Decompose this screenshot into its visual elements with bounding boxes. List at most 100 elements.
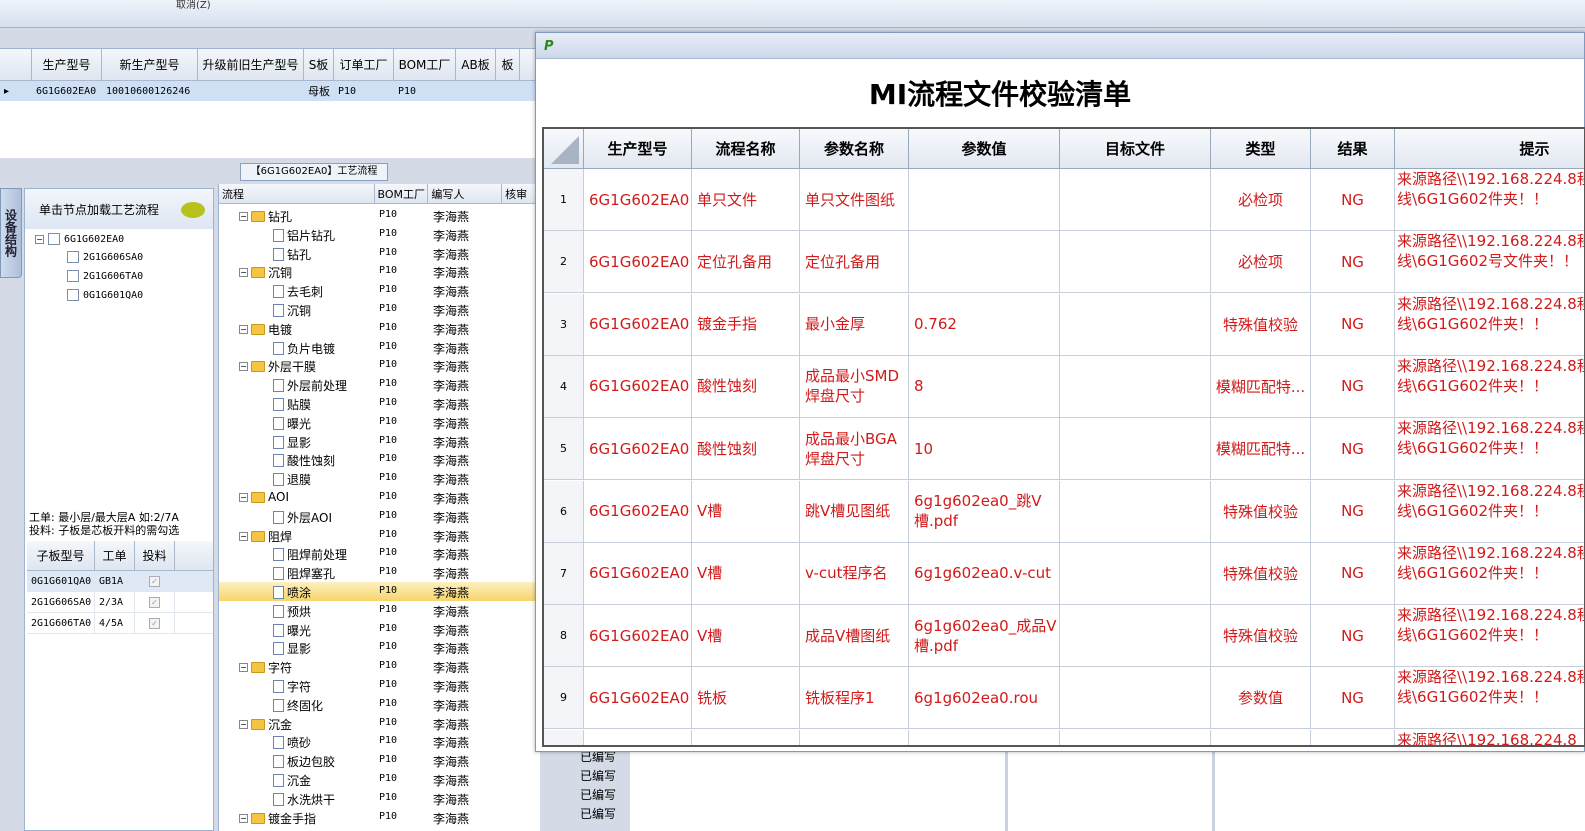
- tree-step-row[interactable]: 阻焊前处理 P10 李海燕: [219, 544, 541, 563]
- tree-step-row[interactable]: 终固化 P10 李海燕: [219, 695, 541, 714]
- tree-step-row[interactable]: 水洗烘干 P10 李海燕: [219, 789, 541, 808]
- tree-step-row[interactable]: 喷砂 P10 李海燕: [219, 732, 541, 751]
- col-order[interactable]: 工单: [95, 541, 135, 570]
- tree-step-row[interactable]: 沉铜 P10 李海燕: [219, 300, 541, 319]
- col-prod-no[interactable]: 生产型号: [32, 49, 102, 80]
- cell-type: 模糊匹配特...: [1211, 355, 1311, 417]
- table-row[interactable]: 来源路径\\192.168.224.8: [544, 729, 1584, 745]
- table-row[interactable]: 7 6G1G602EA0 V槽 v-cut程序名 6g1g602ea0.v-cut 特殊值…: [544, 542, 1584, 605]
- table-row[interactable]: 2 6G1G602EA0 定位孔备用 定位孔备用 必检项 NG 来源路径\\192.168.…: [544, 231, 1584, 294]
- col-process-name[interactable]: 流程名称: [692, 129, 800, 168]
- tree-folder-row[interactable]: − 阻焊 P10 李海燕: [219, 526, 541, 545]
- tree-child[interactable]: 2G1G606SA0: [67, 251, 143, 263]
- collapse-icon[interactable]: −: [239, 531, 248, 541]
- col-process[interactable]: 流程: [219, 184, 375, 203]
- collapse-icon[interactable]: −: [239, 324, 248, 334]
- table-row[interactable]: 5 6G1G602EA0 酸性蚀刻 成品最小BGA焊盘尺寸 10 模糊匹配特... NG 来源…: [544, 418, 1584, 481]
- col-bom-factory[interactable]: BOM工厂: [375, 184, 429, 203]
- tree-step-row[interactable]: 铝片钻孔 P10 李海燕: [219, 225, 541, 244]
- col-board[interactable]: 板: [496, 49, 520, 80]
- process-flow-tab[interactable]: 【6G1G602EA0】工艺流程: [240, 163, 388, 181]
- table-row[interactable]: 3 6G1G602EA0 镀金手指 最小金厚 0.762 特殊值校验 NG 来源路径\\192…: [544, 293, 1584, 356]
- collapse-icon[interactable]: −: [239, 719, 248, 729]
- feed-checkbox[interactable]: ✓: [149, 575, 160, 587]
- col-ab-board[interactable]: AB板: [456, 49, 496, 80]
- table-row[interactable]: 2G1G606SA0 2/3A ✓: [27, 592, 213, 613]
- side-tab-equipment[interactable]: 设备结构: [0, 188, 22, 278]
- feed-checkbox[interactable]: ✓: [149, 596, 160, 608]
- table-row[interactable]: ▸ 6G1G602EA0 10010600126246 母板 P10 P10: [0, 81, 540, 101]
- tree-row-writer: 李海燕: [433, 416, 470, 431]
- tree-step-row[interactable]: 负片电镀 P10 李海燕: [219, 338, 541, 357]
- tree-step-row[interactable]: 预烘 P10 李海燕: [219, 601, 541, 620]
- tree-step-row[interactable]: 显影 P10 李海燕: [219, 432, 541, 451]
- collapse-icon[interactable]: −: [239, 362, 248, 372]
- table-row[interactable]: 9 6G1G602EA0 铣板 铣板程序1 6g1g602ea0.rou 参数值 NG 来源路…: [544, 667, 1584, 730]
- feed-checkbox[interactable]: ✓: [149, 617, 160, 629]
- tree-step-row[interactable]: 喷涂 P10 李海燕: [219, 582, 541, 601]
- col-order-factory[interactable]: 订单工厂: [334, 49, 394, 80]
- tree-folder-row[interactable]: − 镀金手指 P10 李海燕: [219, 808, 541, 827]
- tree-row-label: 喷砂: [273, 734, 311, 751]
- table-row[interactable]: 6 6G1G602EA0 V槽 跳V槽见图纸 6g1g602ea0_跳V槽.pdf 特殊值…: [544, 480, 1584, 543]
- tree-step-row[interactable]: 显影 P10 李海燕: [219, 638, 541, 657]
- table-row[interactable]: 8 6G1G602EA0 V槽 成品V槽图纸 6g1g602ea0_成品V槽.pdf 特殊…: [544, 605, 1584, 668]
- collapse-icon[interactable]: −: [35, 234, 44, 244]
- tree-step-row[interactable]: 板边包胶 P10 李海燕: [219, 751, 541, 770]
- tree-root[interactable]: − 6G1G602EA0: [35, 233, 124, 245]
- tree-folder-row[interactable]: − 钻孔 P10 李海燕: [219, 206, 541, 225]
- tree-child[interactable]: 2G1G606TA0: [67, 270, 143, 282]
- cancel-button[interactable]: 取消(Z): [176, 0, 211, 11]
- tree-folder-row[interactable]: − 电镀 P10 李海燕: [219, 319, 541, 338]
- tree-step-row[interactable]: 贴膜 P10 李海燕: [219, 394, 541, 413]
- tree-folder-row[interactable]: − 沉铜 P10 李海燕: [219, 262, 541, 281]
- tree-step-row[interactable]: 沉金 P10 李海燕: [219, 770, 541, 789]
- tree-step-row[interactable]: 钻孔 P10 李海燕: [219, 244, 541, 263]
- node-checkbox[interactable]: [67, 289, 79, 301]
- col-old-prod-no[interactable]: 升级前旧生产型号: [198, 49, 304, 80]
- collapse-icon[interactable]: −: [239, 663, 248, 673]
- tree-folder-row[interactable]: − 沉金 P10 李海燕: [219, 714, 541, 733]
- node-checkbox[interactable]: [48, 233, 60, 245]
- table-row[interactable]: 4 6G1G602EA0 酸性蚀刻 成品最小SMD焊盘尺寸 8 模糊匹配特... NG 来源路…: [544, 355, 1584, 418]
- node-checkbox[interactable]: [67, 270, 79, 282]
- tree-step-row[interactable]: 外层AOI P10 李海燕: [219, 507, 541, 526]
- col-target-file[interactable]: 目标文件: [1060, 129, 1211, 168]
- tree-folder-row[interactable]: − 字符 P10 李海燕: [219, 657, 541, 676]
- col-hint[interactable]: 提示: [1395, 129, 1584, 168]
- table-row[interactable]: 0G1G601QA0 GB1A ✓: [27, 571, 213, 592]
- col-type[interactable]: 类型: [1211, 129, 1311, 168]
- tree-folder-row[interactable]: − 外层干膜 P10 李海燕: [219, 356, 541, 375]
- collapse-icon[interactable]: −: [239, 212, 248, 221]
- col-bom-factory[interactable]: BOM工厂: [394, 49, 456, 80]
- tree-step-row[interactable]: 字符 P10 李海燕: [219, 676, 541, 695]
- tree-child[interactable]: 0G1G601QA0: [67, 289, 143, 301]
- col-s-board[interactable]: S板: [304, 49, 334, 80]
- col-model[interactable]: 生产型号: [584, 129, 692, 168]
- tree-step-row[interactable]: 曝光 P10 李海燕: [219, 413, 541, 432]
- col-result[interactable]: 结果: [1311, 129, 1395, 168]
- tree-folder-row[interactable]: − AOI P10 李海燕: [219, 488, 541, 507]
- col-sub-model[interactable]: 子板型号: [27, 541, 95, 570]
- col-param-value[interactable]: 参数值: [909, 129, 1060, 168]
- table-row[interactable]: 2G1G606TA0 4/5A ✓: [27, 613, 213, 634]
- cell-hint: 来源路径\\192.168.224.8: [1395, 730, 1584, 745]
- tree-step-row[interactable]: 退膜 P10 李海燕: [219, 469, 541, 488]
- tree-step-row[interactable]: 去毛刺 P10 李海燕: [219, 281, 541, 300]
- select-all-corner[interactable]: [544, 129, 584, 168]
- mi-check-dialog: P MI流程文件校验清单 生产型号 流程名称 参数名称 参数值 目标文件 类型 …: [535, 32, 1585, 752]
- tree-step-row[interactable]: 曝光 P10 李海燕: [219, 620, 541, 639]
- tree-step-row[interactable]: 酸性蚀刻 P10 李海燕: [219, 450, 541, 469]
- col-param-name[interactable]: 参数名称: [800, 129, 909, 168]
- collapse-icon[interactable]: −: [239, 268, 248, 278]
- tree-step-row[interactable]: 阻焊塞孔 P10 李海燕: [219, 563, 541, 582]
- col-writer[interactable]: 编写人: [428, 184, 503, 203]
- col-feed[interactable]: 投料: [135, 541, 175, 570]
- collapse-icon[interactable]: −: [239, 492, 248, 502]
- node-checkbox[interactable]: [67, 251, 79, 263]
- tree-step-row[interactable]: 外层前处理 P10 李海燕: [219, 375, 541, 394]
- col-new-prod-no[interactable]: 新生产型号: [102, 49, 198, 80]
- table-row[interactable]: 1 6G1G602EA0 单只文件 单只文件图纸 必检项 NG 来源路径\\192.168.…: [544, 169, 1584, 231]
- dialog-titlebar[interactable]: P: [536, 33, 1584, 59]
- collapse-icon[interactable]: −: [239, 813, 248, 823]
